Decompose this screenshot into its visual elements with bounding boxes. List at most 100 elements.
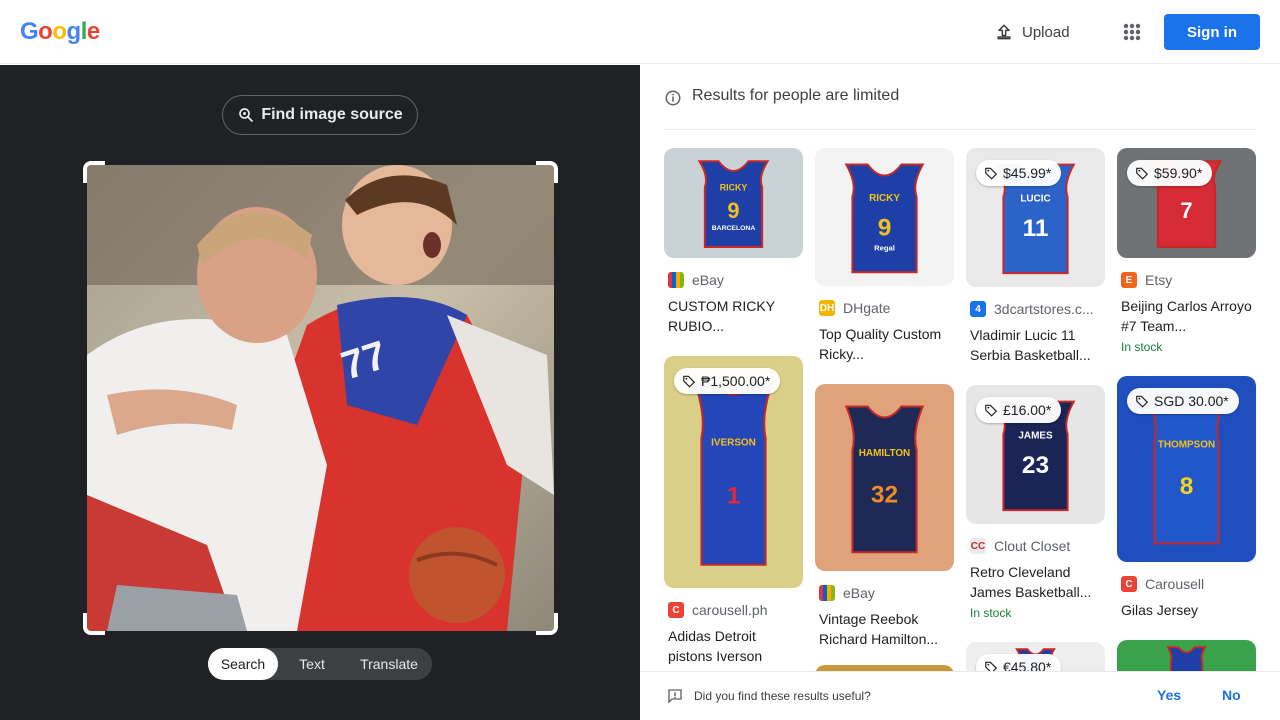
stock-status: In stock [970, 606, 1012, 620]
logo-letter: g [66, 18, 82, 45]
result-card[interactable]: IVERSON 1 ₱1,500.00* Ccarousell.ph Adidas De… [664, 356, 803, 666]
result-thumbnail[interactable]: JAMES 23 £16.00* [966, 385, 1105, 524]
result-thumbnail[interactable]: HAMILTON 32 [815, 384, 954, 571]
find-image-source-label: Find image source [261, 106, 403, 123]
source-favicon-icon [819, 585, 835, 601]
price-text: ₱1,500.00* [701, 373, 771, 389]
result-card[interactable]: 7 $59.90* E Etsy Beijing Carlos Arroyo #7 Te… [1117, 148, 1256, 354]
query-photo: 77 [87, 165, 554, 631]
feedback-bar: Did you find these results useful? Yes N… [640, 671, 1280, 720]
feedback-question: Did you find these results useful? [694, 689, 871, 703]
result-card[interactable]: RICKY 9 Regal DH DHgate Top Quality Custom Ri… [815, 148, 954, 364]
result-thumbnail[interactable]: RICKY 9 Regal [815, 148, 954, 286]
price-tag: SGD 30.00* [1127, 388, 1239, 414]
result-title[interactable]: Gilas Jersey [1121, 600, 1256, 620]
result-card[interactable]: LUCIC 11 $45.99* 4 3dcartstores.c... Vladimir… [966, 148, 1105, 365]
source-favicon-icon: CC [970, 538, 986, 554]
source-favicon-icon: E [1121, 272, 1137, 288]
jersey-number-text: 1 [727, 482, 741, 509]
jersey-number-text: 7 [1180, 198, 1192, 223]
result-title[interactable]: Adidas Detroit pistons Iverson [668, 626, 803, 666]
tag-icon [1136, 395, 1149, 408]
tab-search[interactable]: Search [208, 648, 278, 680]
tab-translate[interactable]: Translate [346, 648, 432, 680]
result-card[interactable]: JAMES 23 £16.00* CC Clout Closet Retro Clevel… [966, 385, 1105, 620]
source-name: Clout Closet [994, 538, 1071, 554]
tag-icon [683, 375, 696, 388]
lens-search-icon [239, 108, 254, 122]
find-image-source-button[interactable]: Find image source [222, 95, 418, 135]
source-favicon-icon: DH [819, 300, 835, 316]
logo-letter: G [20, 18, 39, 45]
result-title[interactable]: Retro Cleveland James Basketball... [970, 562, 1105, 602]
upload-button[interactable]: Upload [988, 16, 1076, 48]
jersey-name-text: HAMILTON [859, 448, 910, 459]
crop-handle-bottom-left[interactable] [83, 613, 105, 635]
result-source[interactable]: 4 3dcartstores.c... [970, 301, 1105, 317]
tab-text[interactable]: Text [278, 648, 346, 680]
source-favicon-icon: C [668, 602, 684, 618]
sign-in-button[interactable]: Sign in [1164, 14, 1260, 50]
top-bar: Google Upload Sign in [0, 0, 1280, 64]
tag-icon [985, 404, 998, 417]
price-tag: $45.99* [976, 160, 1062, 186]
result-title[interactable]: Beijing Carlos Arroyo #7 Team... [1121, 296, 1256, 336]
source-name: carousell.ph [692, 602, 768, 618]
source-name: eBay [692, 272, 724, 288]
source-favicon-icon: C [1121, 576, 1137, 592]
logo-letter: o [52, 18, 67, 45]
source-name: 3dcartstores.c... [994, 301, 1094, 317]
result-source[interactable]: eBay [668, 272, 803, 288]
result-title[interactable]: Vintage Reebok Richard Hamilton... [819, 609, 954, 649]
source-name: DHgate [843, 300, 891, 316]
jersey-number-text: 9 [878, 215, 892, 242]
source-name: eBay [843, 585, 875, 601]
price-text: SGD 30.00* [1154, 393, 1229, 409]
jersey-name-text: RICKY [720, 182, 748, 192]
logo-letter: o [38, 18, 53, 45]
stock-status: In stock [1121, 340, 1163, 354]
source-favicon-icon [668, 272, 684, 288]
source-favicon-icon: 4 [970, 301, 986, 317]
result-thumbnail[interactable]: THOMPSON 8 SGD 30.00* [1117, 376, 1256, 562]
jersey-subtext: BARCELONA [712, 225, 756, 232]
result-thumbnail[interactable]: 7 $59.90* [1117, 148, 1256, 258]
result-card[interactable]: RICKY 9 BARCELONA eBay CUSTOM RICKY RUBIO... [664, 148, 803, 336]
result-source[interactable]: DH DHgate [819, 300, 954, 316]
jersey-number-text: 9 [727, 198, 739, 223]
crop-handle-top-right[interactable] [536, 161, 558, 183]
result-title[interactable]: Top Quality Custom Ricky... [819, 324, 954, 364]
result-card[interactable]: THOMPSON 8 SGD 30.00* C Carousell Gilas Jerse… [1117, 376, 1256, 620]
result-source[interactable]: eBay [819, 585, 954, 601]
feedback-yes-button[interactable]: Yes [1157, 687, 1181, 703]
jersey-name-text: LUCIC [1020, 194, 1050, 205]
result-source[interactable]: C Carousell [1121, 576, 1256, 592]
tag-icon [985, 167, 998, 180]
result-card[interactable]: HAMILTON 32 eBay Vintage Reebok Richard Ham… [815, 384, 954, 649]
crop-handle-top-left[interactable] [83, 161, 105, 183]
result-thumbnail[interactable]: LUCIC 11 $45.99* [966, 148, 1105, 287]
source-name: Carousell [1145, 576, 1205, 592]
result-source[interactable]: Ccarousell.ph [668, 602, 803, 618]
price-tag: ₱1,500.00* [674, 368, 781, 394]
info-icon [665, 90, 681, 106]
results-notice-text: Results for people are limited [692, 87, 900, 104]
result-thumbnail[interactable]: IVERSON 1 ₱1,500.00* [664, 356, 803, 588]
price-tag: £16.00* [976, 397, 1062, 423]
results-notice: Results for people are limited [664, 87, 1256, 130]
google-logo[interactable]: Google [20, 18, 100, 46]
price-text: $45.99* [1003, 165, 1052, 181]
result-thumbnail[interactable]: RICKY 9 BARCELONA [664, 148, 803, 258]
result-source[interactable]: CC Clout Closet [970, 538, 1105, 554]
upload-label: Upload [1022, 23, 1070, 41]
crop-handle-bottom-right[interactable] [536, 613, 558, 635]
feedback-no-button[interactable]: No [1222, 687, 1241, 703]
result-title[interactable]: Vladimir Lucic 11 Serbia Basketball... [970, 325, 1105, 365]
crop-region[interactable]: 77 [83, 161, 558, 635]
upload-icon [997, 24, 1011, 40]
result-source[interactable]: E Etsy [1121, 272, 1256, 288]
logo-letter: e [86, 18, 100, 45]
jersey-number-text: 8 [1180, 473, 1194, 500]
result-title[interactable]: CUSTOM RICKY RUBIO... [668, 296, 803, 336]
apps-grid-icon[interactable] [1118, 18, 1146, 46]
